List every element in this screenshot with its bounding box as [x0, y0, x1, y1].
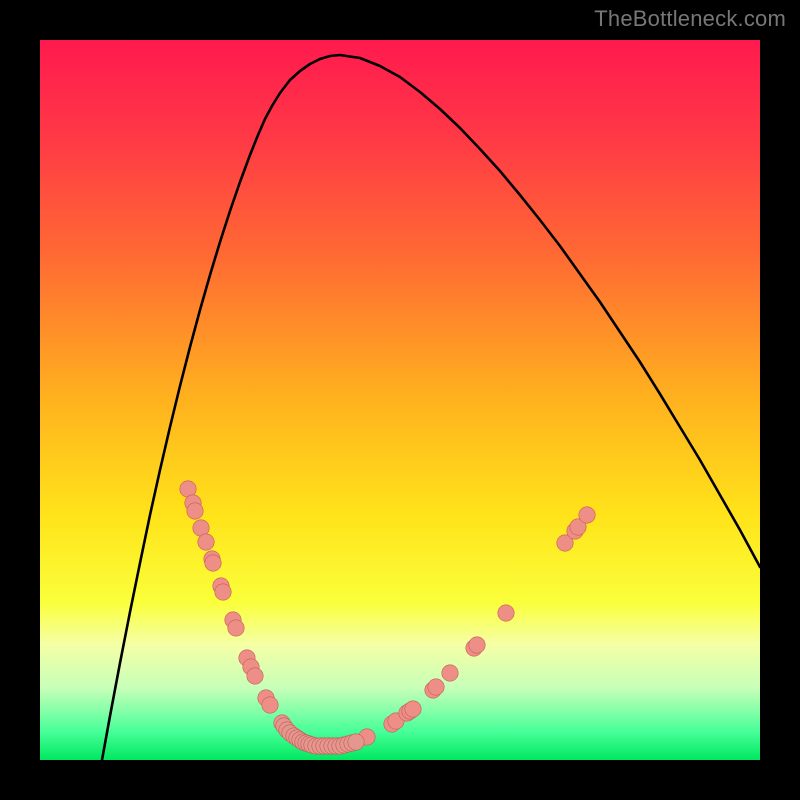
- watermark-text: TheBottleneck.com: [594, 6, 786, 32]
- data-point: [228, 620, 244, 636]
- data-point: [187, 503, 203, 519]
- data-point: [405, 701, 421, 717]
- data-point: [442, 665, 458, 681]
- v-curve: [102, 55, 760, 760]
- curve-layer: [40, 40, 760, 760]
- data-point: [428, 679, 444, 695]
- data-point: [579, 507, 595, 523]
- data-point: [198, 534, 214, 550]
- data-point: [348, 734, 364, 750]
- data-point: [247, 668, 263, 684]
- data-point: [469, 637, 485, 653]
- chart-frame: TheBottleneck.com: [0, 0, 800, 800]
- data-point: [262, 697, 278, 713]
- data-points: [180, 481, 595, 754]
- data-point: [205, 555, 221, 571]
- plot-area: [40, 40, 760, 760]
- data-point: [215, 584, 231, 600]
- data-point: [498, 605, 514, 621]
